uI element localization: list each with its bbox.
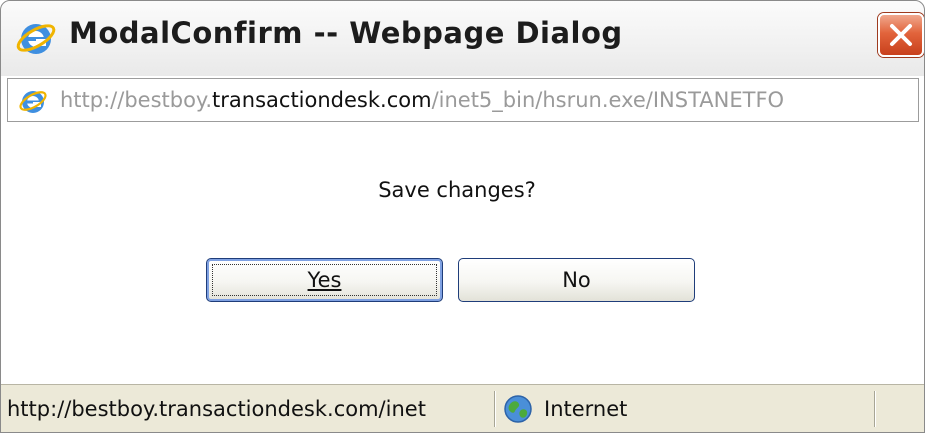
- ie-icon: [16, 24, 56, 54]
- status-separator: [494, 391, 496, 427]
- status-separator: [874, 391, 876, 427]
- status-url: http://bestboy.transactiondesk.com/inet: [7, 397, 426, 421]
- title-bar[interactable]: ModalConfirm -- Webpage Dialog: [1, 1, 924, 76]
- ie-icon: [19, 91, 47, 113]
- url-prefix: http://bestboy.: [60, 88, 213, 112]
- yes-button-label: Yes: [307, 268, 342, 292]
- status-bar: http://bestboy.transactiondesk.com/inet …: [1, 384, 924, 432]
- close-button[interactable]: [878, 13, 924, 57]
- url-path: /inet5_bin/hsrun.exe/INSTANETFO: [431, 88, 785, 112]
- no-button-label: No: [562, 268, 591, 292]
- address-bar: http://bestboy.transactiondesk.com/inet5…: [7, 78, 919, 122]
- yes-button[interactable]: Yes: [206, 258, 443, 302]
- window-title: ModalConfirm -- Webpage Dialog: [69, 16, 623, 50]
- globe-icon: [504, 395, 532, 423]
- webpage-dialog-window: ModalConfirm -- Webpage Dialog http://be…: [0, 0, 925, 433]
- confirm-prompt: Save changes?: [378, 178, 536, 202]
- dialog-content: Save changes? Yes No: [7, 122, 919, 384]
- url-host: transactiondesk.com: [212, 88, 432, 112]
- no-button[interactable]: No: [458, 258, 695, 302]
- security-zone-label: Internet: [544, 397, 628, 421]
- address-url: http://bestboy.transactiondesk.com/inet5…: [60, 88, 784, 112]
- close-icon: [890, 24, 912, 46]
